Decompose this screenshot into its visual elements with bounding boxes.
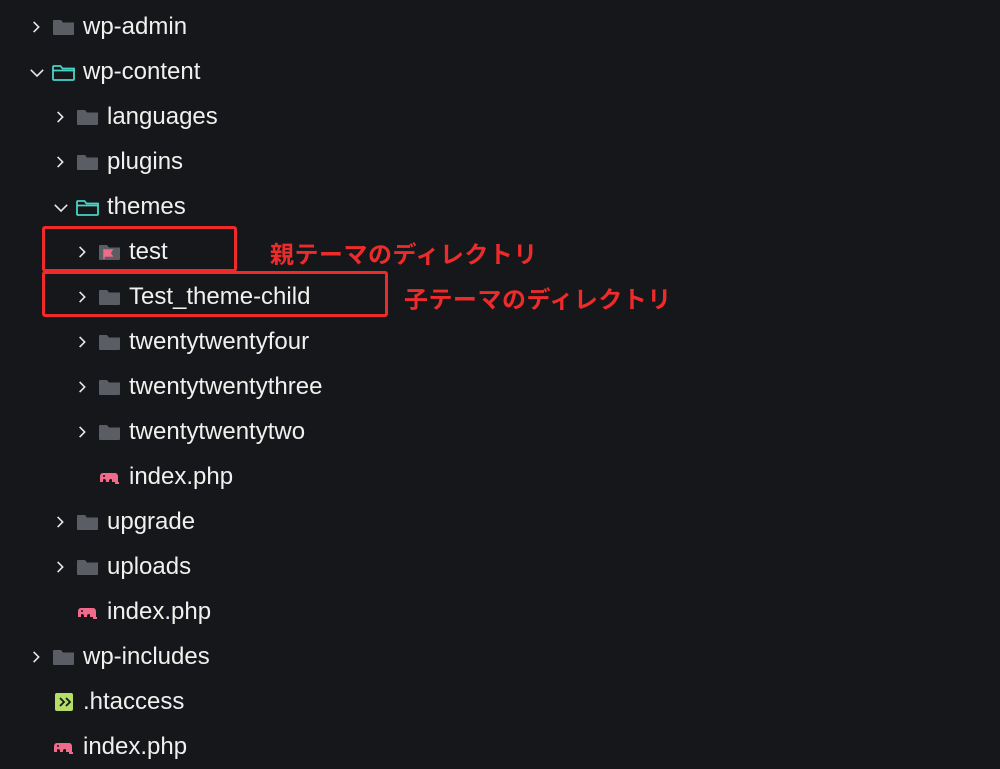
tree-item-upgrade[interactable]: upgrade — [0, 499, 1000, 544]
folder-icon — [76, 512, 106, 532]
chevron-right-icon — [68, 288, 98, 306]
chevron-down-icon — [22, 63, 52, 81]
chevron-right-icon — [68, 423, 98, 441]
tree-item-wp-content[interactable]: wp-content — [0, 49, 1000, 94]
tree-item-label: themes — [107, 193, 186, 221]
folder-open-icon — [52, 62, 82, 82]
chevron-right-icon — [46, 558, 76, 576]
chevron-right-icon — [68, 333, 98, 351]
tree-item-label: index.php — [107, 598, 211, 626]
tree-item-label: upgrade — [107, 508, 195, 536]
tree-item-languages[interactable]: languages — [0, 94, 1000, 139]
folder-flag-icon — [98, 242, 128, 262]
chevron-right-icon — [46, 153, 76, 171]
tree-item-label: wp-includes — [83, 643, 210, 671]
tree-item-test[interactable]: test 親テーマのディレクトリ — [0, 229, 1000, 274]
folder-icon — [98, 332, 128, 352]
tree-item-index-php-themes[interactable]: index.php — [0, 454, 1000, 499]
tree-item-test-theme-child[interactable]: Test_theme-child 子テーマのディレクトリ — [0, 274, 1000, 319]
tree-item-label: twentytwentytwo — [129, 418, 305, 446]
git-file-icon — [52, 692, 82, 712]
tree-item-index-php-root[interactable]: index.php — [0, 724, 1000, 769]
tree-item-label: Test_theme-child — [129, 283, 310, 311]
tree-item-twentytwentyfour[interactable]: twentytwentyfour — [0, 319, 1000, 364]
tree-item-plugins[interactable]: plugins — [0, 139, 1000, 184]
tree-item-label: twentytwentyfour — [129, 328, 309, 356]
tree-item-themes[interactable]: themes — [0, 184, 1000, 229]
tree-item-wp-admin[interactable]: wp-admin — [0, 4, 1000, 49]
php-icon — [52, 737, 82, 757]
tree-item-label: test — [129, 238, 168, 266]
tree-item-index-php-wpcontent[interactable]: index.php — [0, 589, 1000, 634]
tree-item-label: uploads — [107, 553, 191, 581]
tree-item-twentytwentythree[interactable]: twentytwentythree — [0, 364, 1000, 409]
tree-item-twentytwentytwo[interactable]: twentytwentytwo — [0, 409, 1000, 454]
folder-icon — [76, 107, 106, 127]
chevron-right-icon — [22, 648, 52, 666]
php-icon — [76, 602, 106, 622]
folder-icon — [52, 17, 82, 37]
tree-item-htaccess[interactable]: .htaccess — [0, 679, 1000, 724]
chevron-right-icon — [46, 513, 76, 531]
chevron-right-icon — [22, 18, 52, 36]
tree-item-label: languages — [107, 103, 218, 131]
folder-icon — [76, 152, 106, 172]
folder-icon — [52, 647, 82, 667]
folder-icon — [98, 377, 128, 397]
chevron-right-icon — [46, 108, 76, 126]
tree-item-label: twentytwentythree — [129, 373, 322, 401]
file-tree: wp-admin wp-content languages plugins th… — [0, 4, 1000, 769]
folder-icon — [98, 422, 128, 442]
php-icon — [98, 467, 128, 487]
chevron-right-icon — [68, 243, 98, 261]
folder-icon — [98, 287, 128, 307]
folder-icon — [76, 557, 106, 577]
chevron-down-icon — [46, 198, 76, 216]
annotation-parent-theme: 親テーマのディレクトリ — [270, 235, 538, 270]
tree-item-uploads[interactable]: uploads — [0, 544, 1000, 589]
tree-item-label: .htaccess — [83, 688, 184, 716]
tree-item-label: wp-admin — [83, 13, 187, 41]
chevron-right-icon — [68, 378, 98, 396]
tree-item-wp-includes[interactable]: wp-includes — [0, 634, 1000, 679]
tree-item-label: wp-content — [83, 58, 200, 86]
tree-item-label: index.php — [83, 733, 187, 761]
tree-item-label: index.php — [129, 463, 233, 491]
annotation-child-theme: 子テーマのディレクトリ — [404, 280, 672, 315]
folder-open-icon — [76, 197, 106, 217]
tree-item-label: plugins — [107, 148, 183, 176]
